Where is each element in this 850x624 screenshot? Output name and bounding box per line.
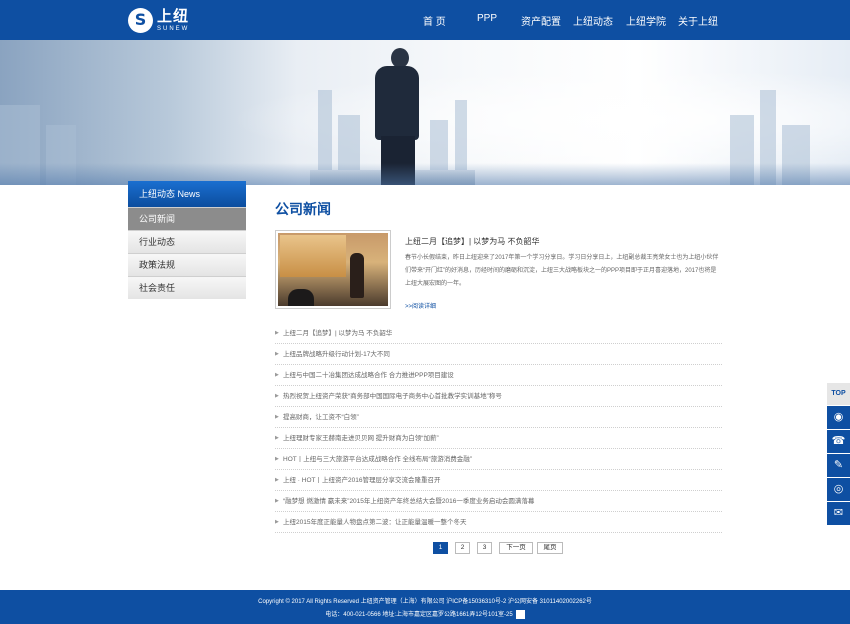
page-title: 公司新闻 bbox=[275, 201, 331, 217]
edit-icon: ✎ bbox=[833, 459, 844, 471]
news-title: 上纽2015年度正能量人物盘点第二波：让正能量温暖一整个冬天 bbox=[283, 519, 467, 526]
next-page-button[interactable]: 下一页 bbox=[499, 542, 533, 554]
bullet-icon: ▶ bbox=[275, 351, 279, 357]
feature-description: 春节小长假结束，昨日上纽迎来了2017年第一个学习分享日。学习日分享日上，上纽副… bbox=[405, 255, 719, 287]
bullet-icon: ▶ bbox=[275, 393, 279, 399]
news-list-item[interactable]: ▶ 上纽品牌战略升级行动计划-17大不同 bbox=[275, 344, 722, 365]
floating-toolbar: TOP ◉ ☎ ✎ ◎ ✉ bbox=[827, 383, 850, 525]
bullet-icon: ▶ bbox=[275, 456, 279, 462]
sidebar-header[interactable]: 上纽动态 News bbox=[128, 181, 246, 207]
news-title: 提高财商，让工资不“白领” bbox=[283, 414, 359, 421]
logo-letter: S bbox=[134, 10, 147, 29]
nav-about[interactable]: 关于上纽 bbox=[678, 13, 718, 28]
sidebar-item-company-news[interactable]: 公司新闻 bbox=[128, 207, 246, 230]
news-list-item[interactable]: ▶ 提高财商，让工资不“白领” bbox=[275, 407, 722, 428]
footer-contact: 电话：400-021-0566 地址:上海市嘉定区嘉罗公路1661弄12号101… bbox=[0, 609, 850, 619]
news-title: 热烈祝贺上纽资产荣获“商务部中国国际电子商务中心首批教学实训基地”称号 bbox=[283, 393, 502, 400]
news-list-item[interactable]: ▶ 上纽 · HOT丨上纽资产2016管理层分享交流会隆重召开 bbox=[275, 470, 722, 491]
news-list-item[interactable]: ▶ 上纽理财专家王赫南走进贝贝网 提升财商为白领“加薪” bbox=[275, 428, 722, 449]
news-list-item[interactable]: ▶ 上纽与中国二十冶集团达成战略合作 合力推进PPP项目建设 bbox=[275, 365, 722, 386]
feature-read-more-link[interactable]: >>阅读详细 bbox=[405, 301, 436, 310]
news-title: 上纽 · HOT丨上纽资产2016管理层分享交流会隆重召开 bbox=[283, 477, 441, 484]
hero-banner bbox=[0, 40, 850, 185]
site-footer: Copyright © 2017 All Rights Reserved 上纽资… bbox=[0, 590, 850, 624]
qq-icon: ◉ bbox=[833, 411, 844, 423]
bullet-icon: ▶ bbox=[275, 477, 279, 483]
page-button-1[interactable]: 1 bbox=[433, 542, 448, 554]
news-title: 上纽品牌战略升级行动计划-17大不同 bbox=[283, 351, 390, 358]
news-list: ▶ 上纽二月【追梦】| 以梦为马 不负韶华 ▶ 上纽品牌战略升级行动计划-17大不同… bbox=[275, 323, 722, 533]
weibo-icon: ◎ bbox=[833, 483, 844, 495]
banner-man-head bbox=[391, 48, 409, 68]
logo-name-en: SUNEW bbox=[157, 25, 190, 32]
feature-image[interactable] bbox=[275, 230, 391, 309]
news-title: 上纽理财专家王赫南走进贝贝网 提升财商为白领“加薪” bbox=[283, 435, 439, 442]
nav-ppp[interactable]: PPP bbox=[477, 13, 497, 24]
wechat-button[interactable]: ✉ bbox=[827, 502, 850, 525]
last-page-button[interactable]: 尾页 bbox=[537, 542, 563, 554]
news-list-item[interactable]: ▶ “融梦想 燃激情 赢未来”2015年上纽资产年终总结大会暨2016一季度业务启… bbox=[275, 491, 722, 512]
bullet-icon: ▶ bbox=[275, 519, 279, 525]
banner-man-body bbox=[375, 66, 419, 140]
bullet-icon: ▶ bbox=[275, 435, 279, 441]
page-button-2[interactable]: 2 bbox=[455, 542, 470, 554]
news-title: HOT丨上纽与三大旅游平台达成战略合作 全线布局“旅游消费金融” bbox=[283, 456, 472, 463]
phone-icon: ☎ bbox=[831, 435, 846, 447]
logo-text: 上纽 SUNEW bbox=[157, 9, 189, 32]
news-list-item[interactable]: ▶ 上纽2015年度正能量人物盘点第二波：让正能量温暖一整个冬天 bbox=[275, 512, 722, 533]
site-logo[interactable]: S 上纽 SUNEW bbox=[128, 7, 189, 33]
sidebar-item-social-responsibility[interactable]: 社会责任 bbox=[128, 276, 246, 299]
sidebar-item-industry-news[interactable]: 行业动态 bbox=[128, 230, 246, 253]
qq-button[interactable]: ◉ bbox=[827, 406, 850, 429]
news-list-item[interactable]: ▶ HOT丨上纽与三大旅游平台达成战略合作 全线布局“旅游消费金融” bbox=[275, 449, 722, 470]
edit-button[interactable]: ✎ bbox=[827, 454, 850, 477]
gov-badge-icon[interactable] bbox=[515, 609, 525, 619]
logo-name-cn: 上纽 bbox=[157, 7, 190, 25]
footer-copyright: Copyright © 2017 All Rights Reserved 上纽资… bbox=[258, 599, 592, 605]
bullet-icon: ▶ bbox=[275, 372, 279, 378]
wechat-icon: ✉ bbox=[833, 507, 844, 519]
phone-button[interactable]: ☎ bbox=[827, 430, 850, 453]
nav-home[interactable]: 首 页 bbox=[423, 13, 446, 28]
footer-contact-text: 电话：400-021-0566 地址:上海市嘉定区嘉罗公路1661弄12号101… bbox=[325, 612, 513, 618]
bullet-icon: ▶ bbox=[275, 498, 279, 504]
nav-academy[interactable]: 上纽学院 bbox=[626, 13, 666, 28]
logo-mark: S bbox=[128, 7, 153, 33]
news-list-item[interactable]: ▶ 上纽二月【追梦】| 以梦为马 不负韶华 bbox=[275, 323, 722, 344]
site-header: S 上纽 SUNEW 首 页 PPP 资产配置 上纽动态 上纽学院 关于上纽 bbox=[0, 0, 850, 40]
news-list-item[interactable]: ▶ 热烈祝贺上纽资产荣获“商务部中国国际电子商务中心首批教学实训基地”称号 bbox=[275, 386, 722, 407]
sidebar: 上纽动态 News 公司新闻 行业动态 政策法规 社会责任 bbox=[128, 181, 246, 299]
feature-image-audience bbox=[288, 289, 314, 306]
news-title: “融梦想 燃激情 赢未来”2015年上纽资产年终总结大会暨2016一季度业务启动… bbox=[283, 498, 535, 505]
nav-asset-allocation[interactable]: 资产配置 bbox=[521, 13, 561, 28]
bullet-icon: ▶ bbox=[275, 414, 279, 420]
page-button-3[interactable]: 3 bbox=[477, 542, 492, 554]
feature-title[interactable]: 上纽二月【追梦】| 以梦为马 不负韶华 bbox=[405, 236, 540, 247]
nav-news[interactable]: 上纽动态 bbox=[573, 13, 613, 28]
feature-image-screen bbox=[280, 235, 346, 277]
feature-image-scene bbox=[278, 233, 388, 306]
weibo-button[interactable]: ◎ bbox=[827, 478, 850, 501]
bullet-icon: ▶ bbox=[275, 330, 279, 336]
sidebar-item-policy[interactable]: 政策法规 bbox=[128, 253, 246, 276]
feature-image-speaker bbox=[350, 253, 364, 298]
news-title: 上纽二月【追梦】| 以梦为马 不负韶华 bbox=[283, 330, 393, 337]
back-to-top-button[interactable]: TOP bbox=[827, 383, 850, 405]
news-title: 上纽与中国二十冶集团达成战略合作 合力推进PPP项目建设 bbox=[283, 372, 454, 379]
